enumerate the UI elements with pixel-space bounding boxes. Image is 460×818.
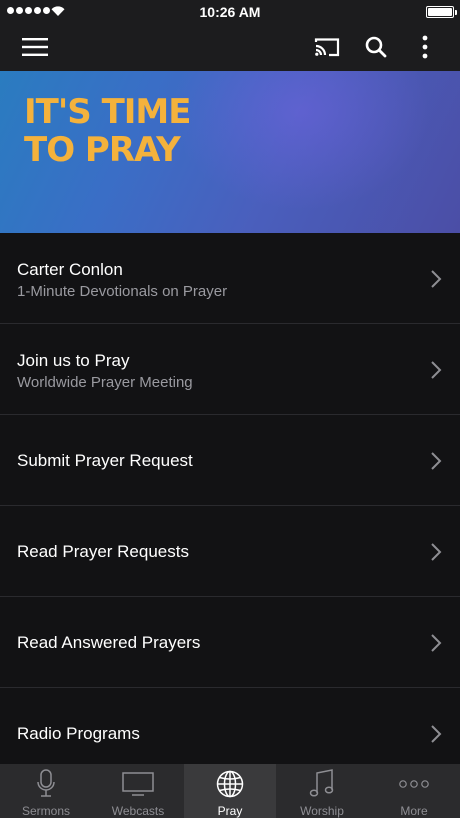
tab-sermons[interactable]: Sermons bbox=[0, 764, 92, 818]
tab-worship[interactable]: Worship bbox=[276, 764, 368, 818]
tab-label: Webcasts bbox=[111, 804, 165, 818]
tab-webcasts[interactable]: Webcasts bbox=[92, 764, 184, 818]
status-bar: 10:26 AM bbox=[0, 0, 460, 24]
list-item-title: Submit Prayer Request bbox=[17, 451, 193, 470]
cast-button[interactable] bbox=[312, 32, 342, 62]
monitor-icon bbox=[122, 772, 154, 796]
tab-more[interactable]: More bbox=[368, 764, 460, 818]
cast-icon bbox=[314, 38, 340, 57]
list-item-title: Read Prayer Requests bbox=[17, 542, 189, 561]
search-button[interactable] bbox=[362, 32, 390, 62]
chevron-right-icon bbox=[431, 361, 442, 379]
list-item-title: Read Answered Prayers bbox=[17, 633, 201, 652]
list-item-title: Carter Conlon bbox=[17, 260, 123, 279]
app-bar bbox=[0, 24, 460, 71]
tab-label: More bbox=[400, 804, 428, 818]
tab-label: Worship bbox=[300, 804, 344, 818]
vertical-ellipsis-icon bbox=[422, 35, 428, 59]
tab-label: Pray bbox=[217, 804, 243, 818]
tab-bar: Sermons Webcasts Pray Worship More bbox=[0, 764, 460, 818]
overflow-menu-button[interactable] bbox=[414, 32, 436, 62]
menu-list: Carter Conlon 1-Minute Devotionals on Pr… bbox=[0, 233, 460, 779]
battery-icon bbox=[426, 6, 457, 18]
list-item-subtitle: 1-Minute Devotionals on Prayer bbox=[17, 283, 228, 300]
chevron-right-icon bbox=[431, 725, 442, 743]
microphone-icon bbox=[37, 769, 55, 797]
list-item[interactable]: Read Prayer Requests bbox=[0, 506, 460, 597]
chevron-right-icon bbox=[431, 270, 442, 288]
list-item-title: Radio Programs bbox=[17, 724, 140, 743]
tab-label: Sermons bbox=[21, 804, 71, 818]
chevron-right-icon bbox=[431, 543, 442, 561]
list-item[interactable]: Carter Conlon 1-Minute Devotionals on Pr… bbox=[0, 233, 460, 324]
hero-banner: IT'S TIME TO PRAY bbox=[0, 71, 460, 233]
tab-pray[interactable]: Pray bbox=[184, 764, 276, 818]
music-note-icon bbox=[309, 769, 334, 797]
list-item[interactable]: Submit Prayer Request bbox=[0, 415, 460, 506]
list-item[interactable]: Read Answered Prayers bbox=[0, 597, 460, 688]
list-item-title: Join us to Pray bbox=[17, 351, 130, 370]
status-time: 10:26 AM bbox=[199, 4, 261, 20]
list-item-subtitle: Worldwide Prayer Meeting bbox=[17, 374, 193, 391]
banner-title: IT'S TIME TO PRAY bbox=[24, 92, 191, 170]
globe-icon bbox=[216, 770, 244, 798]
ellipsis-icon bbox=[399, 780, 429, 788]
hamburger-icon bbox=[22, 38, 48, 56]
chevron-right-icon bbox=[431, 452, 442, 470]
chevron-right-icon bbox=[431, 634, 442, 652]
list-item[interactable]: Join us to Pray Worldwide Prayer Meeting bbox=[0, 324, 460, 415]
menu-button[interactable] bbox=[17, 32, 53, 62]
search-icon bbox=[365, 36, 387, 58]
